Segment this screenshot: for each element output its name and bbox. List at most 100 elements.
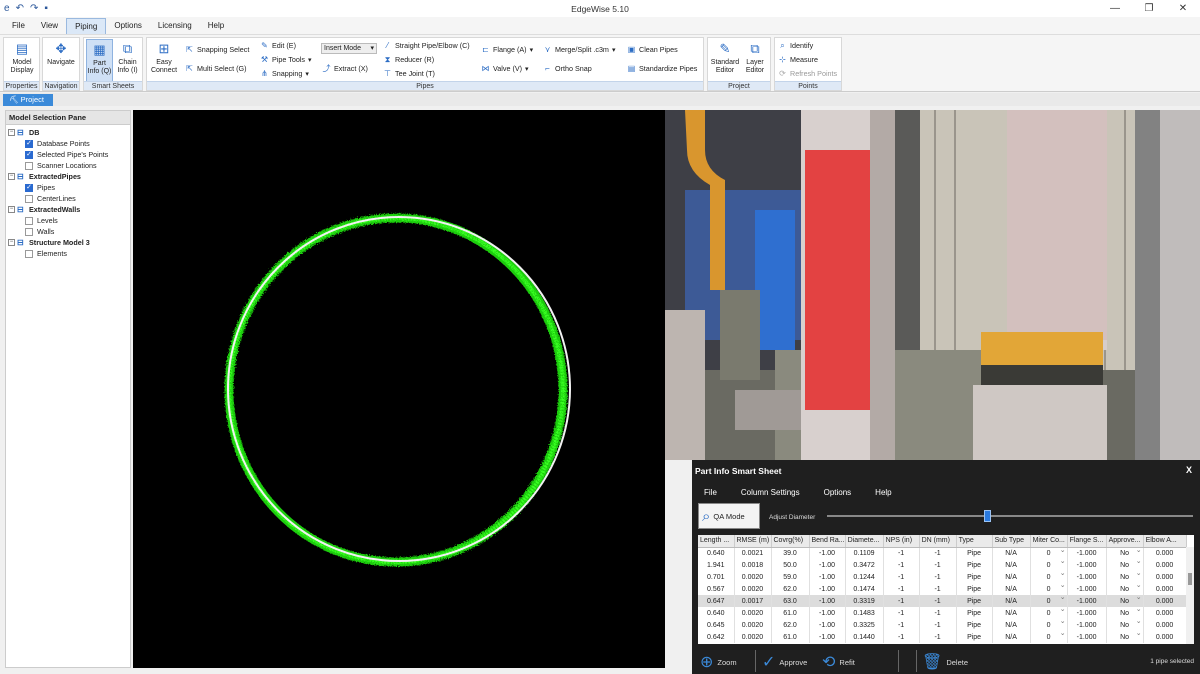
panorama-view[interactable] (665, 110, 1200, 460)
table-cell[interactable]: 0 (1030, 595, 1068, 607)
checkbox[interactable] (25, 161, 33, 170)
snapping-select-button[interactable]: ⇱ Snapping Select (185, 44, 249, 55)
table-cell[interactable]: No (1106, 595, 1144, 607)
tree-node-extracted-pipes[interactable]: − ⊟ ExtractedPipes (6, 171, 130, 182)
part-info-button[interactable]: ▦ Part Info (Q) (86, 39, 113, 83)
menu-licensing[interactable]: Licensing (150, 18, 200, 34)
collapse-icon[interactable]: − (8, 206, 15, 213)
tree-item-centerlines[interactable]: CenterLines (6, 193, 130, 204)
tree-item-elements[interactable]: Elements (6, 248, 130, 259)
tree-item-pipes[interactable]: ✓ Pipes (6, 182, 130, 193)
chain-info-button[interactable]: ⧉ Chain Info (I) (114, 39, 141, 83)
column-header[interactable]: Sub Type (992, 535, 1031, 548)
table-cell[interactable]: 0 (1030, 631, 1068, 643)
reducer-button[interactable]: ⧗ Reducer (R) (383, 54, 434, 65)
column-header[interactable]: Approve... (1106, 535, 1144, 548)
column-header[interactable]: RMSE (m) (734, 535, 772, 548)
table-cell[interactable]: No (1106, 559, 1144, 571)
insert-mode-select[interactable]: Insert Mode (321, 43, 377, 54)
column-header[interactable]: Flange S... (1067, 535, 1107, 548)
maximize-button[interactable]: ❐ (1132, 0, 1166, 17)
collapse-icon[interactable]: − (8, 129, 15, 136)
sheet-menu-options[interactable]: Options (812, 488, 864, 497)
layer-editor-button[interactable]: ⧉ Layer Editor (740, 39, 770, 83)
standardize-pipes-button[interactable]: ▤ Standardize Pipes (627, 63, 698, 74)
table-cell[interactable]: 0 (1030, 583, 1068, 595)
pipe-tools-button[interactable]: ⚒ Pipe Tools ▾ (260, 54, 312, 65)
table-row[interactable]: 0.6450.002062.0-1.000.3325-1-1PipeN/A0-1… (698, 619, 1187, 631)
collapse-icon[interactable]: − (8, 239, 15, 246)
close-window-button[interactable]: ✕ (1166, 0, 1200, 17)
sheet-menu-column-settings[interactable]: Column Settings (729, 488, 812, 497)
tab-project[interactable]: ⛏ Project (3, 94, 53, 106)
tree-node-db[interactable]: − ⊟ DB (6, 127, 130, 138)
table-row[interactable]: 0.6400.002139.0-1.000.1109-1-1PipeN/A0-1… (698, 547, 1187, 559)
sheet-menu-file[interactable]: File (692, 488, 729, 497)
clean-pipes-button[interactable]: ▣ Clean Pipes (627, 44, 678, 55)
table-row[interactable]: 1.9410.001850.0-1.000.3472-1-1PipeN/A0-1… (698, 559, 1187, 571)
tree-node-extracted-walls[interactable]: − ⊟ ExtractedWalls (6, 204, 130, 215)
tree-item-scanner-locations[interactable]: Scanner Locations (6, 160, 130, 171)
tree-item-levels[interactable]: Levels (6, 215, 130, 226)
scrollbar-thumb[interactable] (1188, 573, 1192, 585)
table-row[interactable]: 0.7010.002059.0-1.000.1244-1-1PipeN/A0-1… (698, 571, 1187, 583)
table-cell[interactable]: No (1106, 583, 1144, 595)
multi-select-button[interactable]: ⇱ Multi Select (G) (185, 63, 246, 74)
standard-editor-button[interactable]: ✎ Standard Editor (710, 39, 740, 83)
slider-thumb[interactable] (984, 510, 992, 522)
save-icon[interactable]: ▪ (44, 3, 48, 14)
adjust-diameter-slider[interactable] (827, 510, 1193, 522)
table-cell[interactable]: 0 (1030, 571, 1068, 583)
merge-split-button[interactable]: ⋎ Merge/Split .c3m ▾ (543, 44, 616, 55)
collapse-icon[interactable]: − (8, 173, 15, 180)
menu-help[interactable]: Help (200, 18, 232, 34)
menu-piping[interactable]: Piping (66, 17, 107, 34)
table-cell[interactable]: No (1106, 631, 1144, 643)
redo-icon[interactable]: ↷ (30, 3, 38, 14)
refit-button[interactable]: ⟲ Refit (822, 652, 855, 672)
tree-node-structure-model[interactable]: − ⊟ Structure Model 3 (6, 237, 130, 248)
straight-pipe-button[interactable]: ⁄ Straight Pipe/Elbow (C) (383, 40, 470, 51)
checkbox[interactable] (25, 249, 33, 258)
column-header[interactable]: NPS (in) (883, 535, 920, 548)
table-cell[interactable]: 0 (1030, 547, 1068, 559)
column-header[interactable]: Elbow A... (1143, 535, 1187, 548)
minimize-button[interactable]: — (1098, 0, 1132, 17)
table-row[interactable]: 0.6470.001763.0-1.000.3319-1-1PipeN/A0-1… (698, 595, 1187, 607)
tee-joint-button[interactable]: ⊤ Tee Joint (T) (383, 68, 435, 79)
table-scrollbar[interactable] (1186, 547, 1194, 644)
column-header[interactable]: Miter Co... (1030, 535, 1068, 548)
snapping-button[interactable]: ⋔ Snapping ▾ (260, 68, 309, 79)
qa-mode-button[interactable]: ⌕ QA Mode (698, 503, 760, 529)
checkbox[interactable]: ✓ (25, 150, 33, 159)
column-header[interactable]: DN (mm) (919, 535, 957, 548)
table-cell[interactable]: No (1106, 607, 1144, 619)
approve-button[interactable]: ✓ Approve (762, 652, 807, 672)
tree-item-walls[interactable]: Walls (6, 226, 130, 237)
sheet-menu-help[interactable]: Help (863, 488, 903, 497)
table-cell[interactable]: No (1106, 619, 1144, 631)
tree-item-selected-pipe-points[interactable]: ✓ Selected Pipe's Points (6, 149, 130, 160)
table-row[interactable]: 0.5670.002062.0-1.000.1474-1-1PipeN/A0-1… (698, 583, 1187, 595)
valve-button[interactable]: ⋈ Valve (V) ▾ (481, 63, 529, 74)
checkbox[interactable]: ✓ (25, 183, 33, 192)
flange-button[interactable]: ⊏ Flange (A) ▾ (481, 44, 533, 55)
close-sheet-button[interactable]: X (1186, 465, 1192, 475)
menu-options[interactable]: Options (106, 18, 150, 34)
checkbox[interactable]: ✓ (25, 139, 33, 148)
delete-button[interactable]: 🗑 Delete (922, 652, 968, 672)
column-header[interactable]: Type (956, 535, 993, 548)
zoom-button[interactable]: ⊕ Zoom (700, 652, 737, 672)
table-cell[interactable]: 0 (1030, 607, 1068, 619)
cross-section-view[interactable] (133, 110, 665, 668)
tree-item-database-points[interactable]: ✓ Database Points (6, 138, 130, 149)
checkbox[interactable] (25, 194, 33, 203)
easy-connect-button[interactable]: ⊞ Easy Connect (149, 39, 179, 83)
measure-button[interactable]: ⊹ Measure (778, 54, 818, 65)
table-cell[interactable]: 0 (1030, 619, 1068, 631)
column-header[interactable]: Length ... (698, 535, 735, 548)
extract-button[interactable]: ⤴ Extract (X) (322, 63, 368, 74)
table-cell[interactable]: No (1106, 547, 1144, 559)
undo-icon[interactable]: ↶ (16, 3, 24, 14)
refresh-points-button[interactable]: ⟳ Refresh Points (778, 68, 837, 79)
